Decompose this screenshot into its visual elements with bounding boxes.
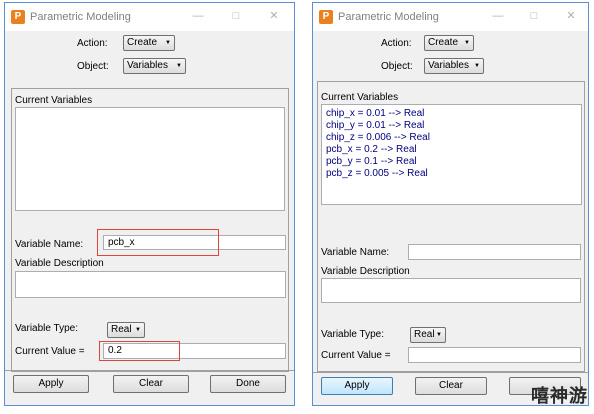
object-label: Object:: [77, 61, 109, 72]
parametric-modeling-window-left: P Parametric Modeling — □ ✕ Action: Crea…: [4, 2, 295, 406]
close-icon[interactable]: ✕: [267, 10, 281, 22]
title-bar: P Parametric Modeling — □ ✕: [313, 3, 588, 31]
list-item[interactable]: chip_x = 0.01 --> Real: [326, 108, 424, 119]
apply-button[interactable]: Apply: [321, 377, 393, 395]
list-item[interactable]: chip_y = 0.01 --> Real: [326, 120, 424, 131]
clear-button[interactable]: Clear: [415, 377, 487, 395]
variable-type-dropdown[interactable]: Real ▼: [107, 322, 145, 338]
variable-type-dropdown[interactable]: Real ▼: [410, 327, 446, 343]
chevron-down-icon: ▼: [464, 40, 470, 46]
action-value: Create: [428, 37, 459, 48]
variable-name-label: Variable Name:: [15, 239, 84, 250]
apply-button[interactable]: Apply: [13, 375, 89, 393]
current-value-label: Current Value =: [15, 346, 85, 357]
minimize-icon[interactable]: —: [191, 10, 205, 22]
title-bar: P Parametric Modeling — □ ✕: [5, 3, 294, 31]
current-variables-label: Current Variables: [321, 92, 399, 103]
parametric-modeling-window-right: P Parametric Modeling — □ ✕ Action: Crea…: [312, 2, 589, 406]
variable-type-value: Real: [414, 329, 435, 340]
variable-type-label: Variable Type:: [321, 329, 385, 340]
variables-group: Current Variables chip_x = 0.01 --> Real…: [317, 81, 585, 372]
variable-name-label: Variable Name:: [321, 247, 390, 258]
object-value: Variables: [127, 60, 168, 71]
window-title: Parametric Modeling: [30, 11, 131, 23]
list-item[interactable]: pcb_y = 0.1 --> Real: [326, 156, 417, 167]
variables-group: Current Variables Variable Name: pcb_x V…: [11, 88, 289, 372]
action-value: Create: [127, 37, 158, 48]
chevron-down-icon: ▼: [165, 40, 171, 46]
app-icon: P: [11, 10, 25, 24]
watermark-logo: 嘻神游: [531, 386, 588, 406]
footer-divider: [313, 372, 588, 373]
current-value-highlight: [99, 341, 180, 361]
variable-description-label: Variable Description: [321, 266, 410, 277]
current-variables-list[interactable]: chip_x = 0.01 --> Real chip_y = 0.01 -->…: [321, 104, 582, 205]
variable-type-value: Real: [111, 324, 132, 335]
object-label: Object:: [381, 61, 413, 72]
minimize-icon[interactable]: —: [491, 10, 505, 22]
action-dropdown[interactable]: Create ▼: [123, 35, 175, 51]
list-item[interactable]: chip_z = 0.006 --> Real: [326, 132, 430, 143]
variable-description-field[interactable]: [15, 271, 286, 298]
footer-divider: [5, 370, 294, 371]
object-value: Variables: [428, 60, 469, 71]
close-icon[interactable]: ✕: [564, 10, 578, 22]
chevron-down-icon: ▼: [474, 63, 480, 69]
object-dropdown[interactable]: Variables ▼: [123, 58, 186, 74]
list-item[interactable]: pcb_z = 0.005 --> Real: [326, 168, 428, 179]
variable-description-field[interactable]: [321, 278, 581, 303]
action-label: Action:: [381, 38, 412, 49]
chevron-down-icon: ▼: [436, 332, 442, 338]
current-variables-label: Current Variables: [15, 95, 93, 106]
variable-description-label: Variable Description: [15, 258, 104, 269]
action-label: Action:: [77, 38, 108, 49]
variable-name-field[interactable]: [408, 244, 581, 260]
list-item[interactable]: pcb_x = 0.2 --> Real: [326, 144, 417, 155]
maximize-icon[interactable]: □: [527, 10, 541, 22]
current-value-label: Current Value =: [321, 350, 391, 361]
current-value-field[interactable]: [408, 347, 581, 363]
app-icon: P: [319, 10, 333, 24]
current-variables-list[interactable]: [15, 107, 285, 211]
done-button[interactable]: Done: [210, 375, 286, 393]
chevron-down-icon: ▼: [176, 63, 182, 69]
variable-name-highlight: [97, 229, 219, 256]
window-title: Parametric Modeling: [338, 11, 439, 23]
object-dropdown[interactable]: Variables ▼: [424, 58, 484, 74]
action-dropdown[interactable]: Create ▼: [424, 35, 474, 51]
clear-button[interactable]: Clear: [113, 375, 189, 393]
chevron-down-icon: ▼: [135, 327, 141, 333]
variable-type-label: Variable Type:: [15, 323, 79, 334]
maximize-icon[interactable]: □: [229, 10, 243, 22]
